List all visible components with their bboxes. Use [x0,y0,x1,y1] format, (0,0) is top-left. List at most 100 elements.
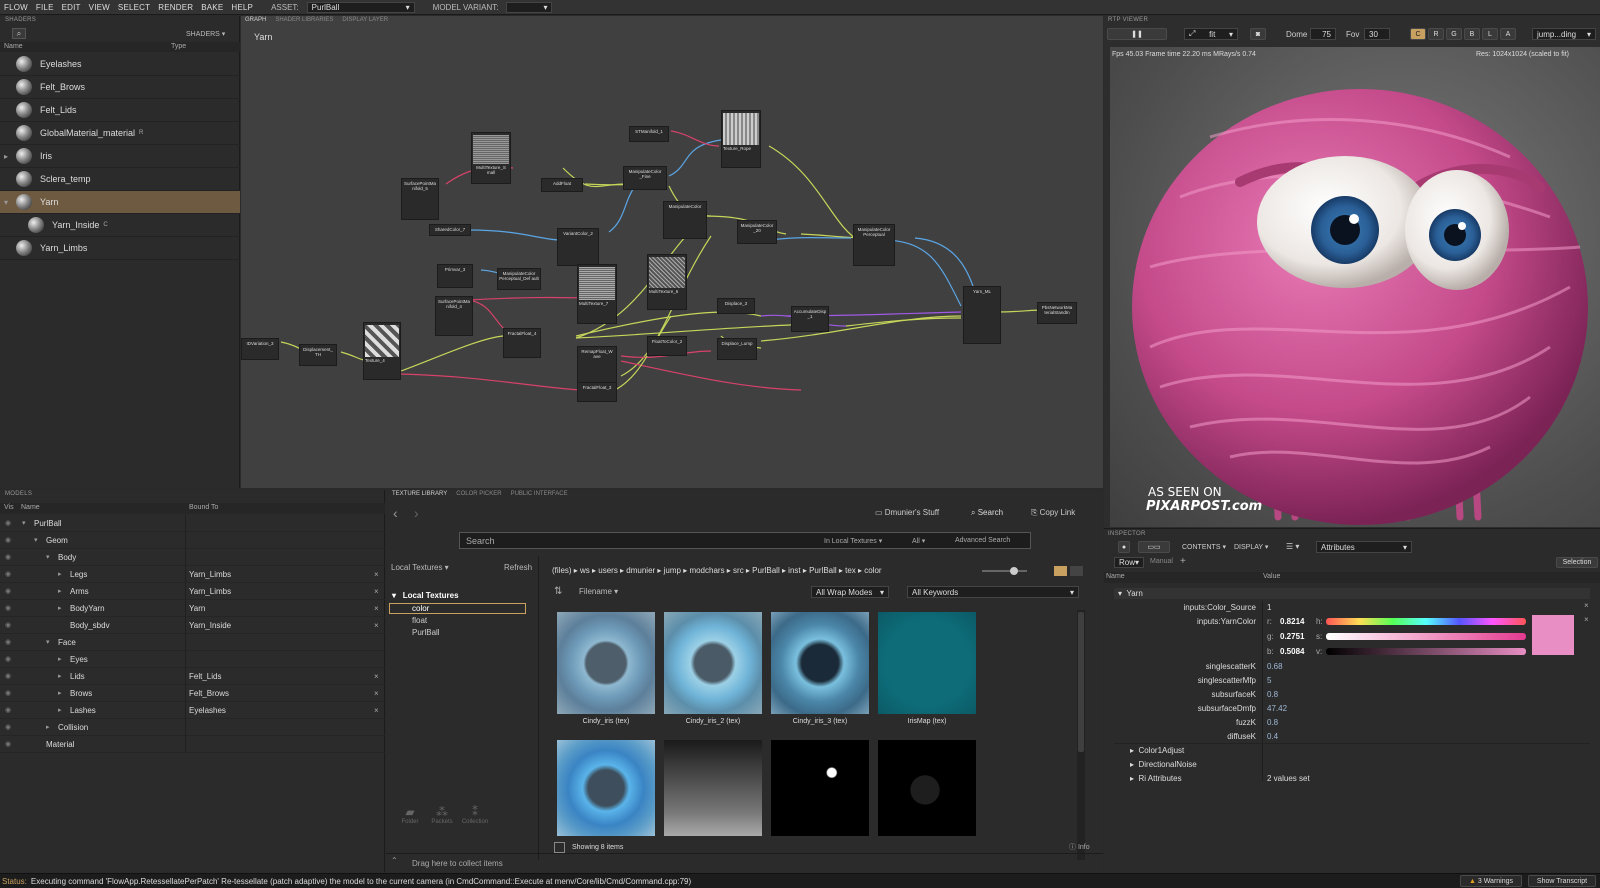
bound-shader[interactable]: Yarn_Inside [189,621,231,630]
attributes-dropdown[interactable]: Attributes ▾ [1316,541,1412,553]
graph-node[interactable]: Displacement_ TH [299,344,337,366]
visibility-eye-icon[interactable]: ◉ [5,536,11,544]
visibility-eye-icon[interactable]: ◉ [5,706,11,714]
expand-chevron-icon[interactable]: ▸ [58,587,62,595]
unbind-close-icon[interactable]: × [374,672,379,681]
group-ri-attributes[interactable]: ▸ Ri Attributes [1130,774,1182,783]
menu-render[interactable]: RENDER [158,3,193,12]
refresh-button[interactable]: Refresh [504,563,532,572]
zoom-slider[interactable] [982,570,1027,572]
shader-item[interactable]: Felt_Lids [0,99,240,122]
graph-node[interactable]: ManipulateColor _Fine [623,166,667,190]
graph-node[interactable]: SurfacePointMa nifold_5 [401,178,439,220]
graph-node[interactable]: MultiTexture_S mall [471,132,511,184]
attr-color-source-value[interactable]: 1 [1267,603,1271,612]
graph-node[interactable]: PbsNetworkMa terialStandIn [1037,302,1077,324]
shader-item[interactable]: ▾ Yarn [0,191,240,214]
graph-node[interactable]: SurfacePointMa nifold_4 [435,296,473,336]
graph-node[interactable]: IDVariation_3 [241,338,279,360]
channel-button-r[interactable]: R [1428,28,1444,40]
graph-node[interactable]: SharedColor_7 [429,224,471,236]
expand-chevron-icon[interactable]: ▸ [58,689,62,697]
wrap-modes-dropdown[interactable]: All Wrap Modes ▾ [811,586,889,598]
visibility-eye-icon[interactable]: ◉ [5,672,11,680]
tree-item-float[interactable]: float [412,616,427,625]
yarn-color-swatch[interactable] [1532,615,1574,655]
grid-view-icon[interactable] [1054,566,1067,576]
expand-chevron-icon[interactable]: ▸ [58,570,62,578]
menu-flow[interactable]: FLOW [4,3,28,12]
bound-shader[interactable]: Yarn [189,604,205,613]
texture-thumb-8[interactable] [878,740,976,836]
graph-node[interactable]: Primvar_3 [437,264,473,288]
all-dropdown[interactable]: All ▾ [912,537,925,545]
row-dropdown[interactable]: Row ▾ [1114,557,1144,568]
model-row[interactable]: ◉ ▾ Geom [0,532,385,549]
asset-dropdown[interactable]: PurlBall ▾ [306,1,415,13]
graph-node[interactable]: FractalFloat_4 [503,328,541,358]
group-yarn[interactable]: ▾ Yarn [1118,589,1143,598]
manual-toggle[interactable]: Manual [1150,558,1173,565]
drag-collect-area[interactable]: Drag here to collect items [412,859,503,868]
attr-subsurfacek-value[interactable]: 0.8 [1267,690,1278,699]
list-menu-icon[interactable]: ☰ ▾ [1286,542,1299,551]
expand-chevron-icon[interactable]: ▸ [58,706,62,714]
model-row[interactable]: ◉ ▾ Body [0,549,385,566]
graph-node[interactable]: MultiTexture_6 [647,254,687,310]
camera-snapshot-button[interactable]: ◙ [1250,28,1266,40]
graph-node[interactable]: AddFloat [541,178,583,192]
expand-chevron-icon[interactable]: ▸ [58,655,62,663]
model-row[interactable]: ◉ ▸ Arms Yarn_Limbs × [0,583,385,600]
texture-search-input[interactable]: Search In Local Textures ▾ All ▾ Advance… [459,532,1031,549]
group-color1adjust[interactable]: ▸ Color1Adjust [1130,746,1184,755]
menu-view[interactable]: VIEW [89,3,110,12]
visibility-eye-icon[interactable]: ◉ [5,723,11,731]
menu-edit[interactable]: EDIT [62,3,81,12]
selection-button[interactable]: Selection [1556,557,1598,568]
texture-thumb-3[interactable] [771,612,869,714]
tree-root[interactable]: ▾ Local Textures [392,591,459,600]
dome-input[interactable]: 75 [1310,28,1336,40]
graph-node[interactable]: Texture_4 [363,322,401,380]
texture-thumb-2[interactable] [664,612,762,714]
search-icon[interactable]: ⌕ [12,28,26,39]
menu-file[interactable]: FILE [36,3,54,12]
graph-node[interactable]: VariantColor_2 [557,228,599,266]
model-row[interactable]: ◉ ▾ Face [0,634,385,651]
unbind-close-icon[interactable]: × [374,689,379,698]
menu-help[interactable]: HELP [231,3,253,12]
bound-shader[interactable]: Felt_Lids [189,672,221,681]
visibility-eye-icon[interactable]: ◉ [5,689,11,697]
view-toggle[interactable]: ▭▭ [1138,541,1170,553]
texture-thumb-1[interactable] [557,612,655,714]
graph-node[interactable]: Texture_Rope [721,110,761,168]
texture-thumb-7[interactable] [771,740,869,836]
info-button[interactable]: ⓘ Info [1069,842,1090,852]
back-arrow-icon[interactable]: ‹ [393,505,398,521]
model-row[interactable]: ◉ Body_sbdv Yarn_Inside × [0,617,385,634]
shader-item[interactable]: Yarn_Limbs [0,237,240,260]
expand-chevron-icon[interactable]: ▾ [46,638,50,646]
forward-arrow-icon[interactable]: › [414,505,419,521]
value-slider[interactable] [1326,648,1526,655]
channel-button-b[interactable]: B [1464,28,1480,40]
model-row[interactable]: ◉ ▸ Collision [0,719,385,736]
tree-item-purlball[interactable]: PurlBall [412,628,440,637]
warnings-button[interactable]: ▲ 3 Warnings [1460,875,1522,887]
channel-button-c[interactable]: C [1410,28,1426,40]
unbind-close-icon[interactable]: × [374,706,379,715]
pause-button[interactable]: ❚❚ [1107,28,1167,40]
menu-select[interactable]: SELECT [118,3,150,12]
graph-node[interactable]: ManipulateColor Perceptual [853,224,895,266]
chevron-icon[interactable]: ▾ [4,198,8,207]
bound-shader[interactable]: Yarn_Limbs [189,570,231,579]
close-icon[interactable]: × [1584,615,1589,624]
visibility-eye-icon[interactable]: ◉ [5,519,11,527]
texture-thumb-6[interactable] [664,740,762,836]
graph-node[interactable]: ManipulateColor [663,201,707,239]
graph-node[interactable]: AccumulateDisp _1 [791,306,829,332]
visibility-eye-icon[interactable]: ◉ [5,740,11,748]
collection-button[interactable]: ⁑ Collection [460,805,490,825]
graph-node[interactable]: Displace_Lump [717,338,757,360]
scrollbar[interactable] [1077,610,1085,860]
